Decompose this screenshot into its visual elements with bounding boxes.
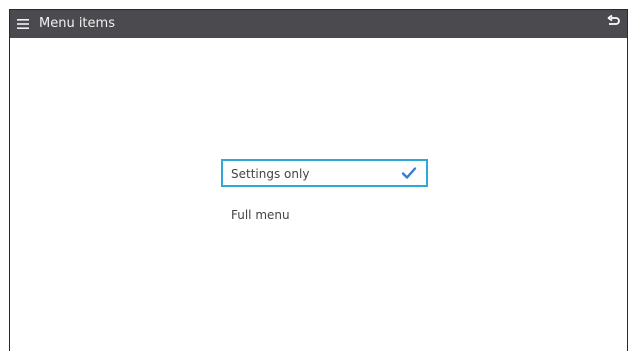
option-settings-only[interactable]: Settings only [221, 159, 428, 187]
screen-frame: Menu items Settings only Full menu [9, 9, 628, 351]
option-label: Full menu [231, 208, 290, 222]
page-title: Menu items [39, 16, 115, 31]
check-icon [401, 167, 417, 179]
option-label: Settings only [231, 167, 310, 181]
option-full-menu[interactable]: Full menu [221, 200, 428, 228]
top-bar: Menu items [10, 10, 627, 38]
hamburger-menu-icon[interactable] [16, 17, 30, 31]
back-arrow-icon[interactable] [605, 14, 621, 30]
